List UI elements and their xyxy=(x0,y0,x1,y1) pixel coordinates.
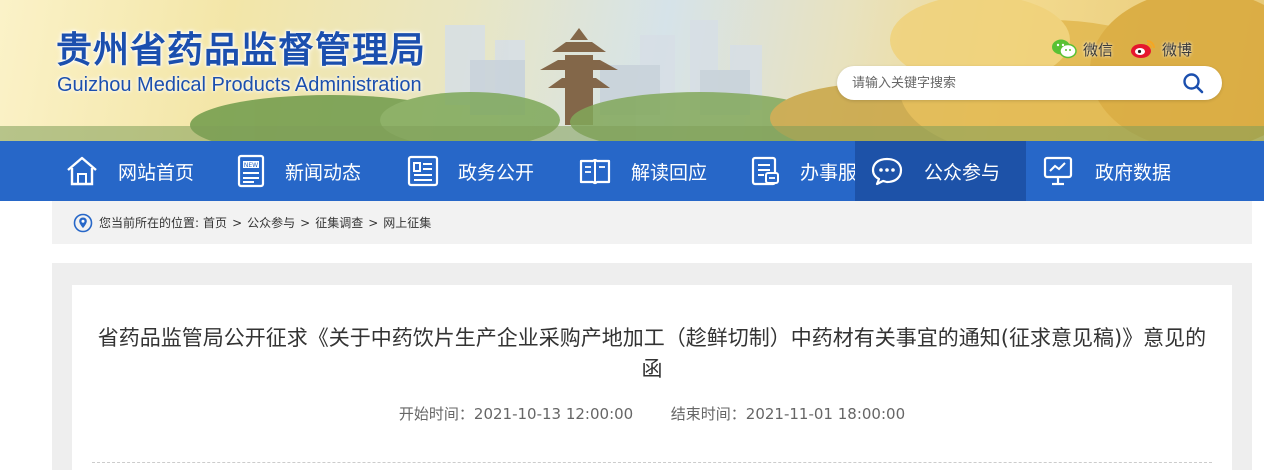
wechat-link[interactable]: 微信 xyxy=(1051,38,1113,60)
nav-item-gov-affairs[interactable]: 政务公开 xyxy=(342,141,534,201)
location-icon xyxy=(73,213,93,232)
search-input[interactable] xyxy=(852,73,1172,93)
nav-item-news[interactable]: NEW 新闻动态 xyxy=(171,141,361,201)
nav-item-home[interactable]: 网站首页 xyxy=(0,141,194,201)
breadcrumb-home[interactable]: 首页 xyxy=(203,214,227,231)
nav-item-public-participation[interactable]: 公众参与 xyxy=(855,141,1026,201)
breadcrumb-survey[interactable]: 征集调查 xyxy=(315,214,363,231)
nav-item-gov-data[interactable]: 政府数据 xyxy=(1026,141,1212,201)
search-icon[interactable] xyxy=(1182,72,1204,94)
weibo-link[interactable]: 微博 xyxy=(1130,38,1192,60)
end-time-value: 2021-11-01 18:00:00 xyxy=(745,405,906,423)
site-header: 贵州省药品监督管理局 Guizhou Medical Products Admi… xyxy=(0,0,1264,141)
nav-item-services[interactable]: 办事服务 xyxy=(684,141,876,201)
main-nav: 网站首页 NEW 新闻动态 政务公开 解读回应 办事服务 公众参与 政府数据 xyxy=(0,141,1264,201)
site-title: 贵州省药品监督管理局 xyxy=(56,30,427,71)
wechat-label: 微信 xyxy=(1083,40,1114,59)
breadcrumb-separator: > xyxy=(232,215,243,230)
document-icon xyxy=(407,153,439,189)
wechat-icon xyxy=(1052,39,1077,59)
end-time-label: 结束时间： xyxy=(670,405,746,423)
start-time-value: 2021-10-13 12:00:00 xyxy=(473,405,634,423)
weibo-label: 微博 xyxy=(1162,40,1193,59)
breadcrumb-public-participation[interactable]: 公众参与 xyxy=(247,214,295,231)
breadcrumb-separator: > xyxy=(300,215,311,230)
search-box xyxy=(837,66,1222,100)
nav-label-gov-data: 政府数据 xyxy=(1095,161,1172,184)
article-title: 省药品监管局公开征求《关于中药饮片生产企业采购产地加工（趁鲜切制）中药材有关事宜… xyxy=(97,326,1207,381)
chat-icon xyxy=(869,153,905,189)
book-icon xyxy=(578,153,612,189)
weibo-icon xyxy=(1131,40,1155,58)
start-time-label: 开始时间： xyxy=(398,405,474,423)
data-monitor-icon xyxy=(1040,153,1076,189)
divider xyxy=(92,462,1212,463)
breadcrumb-separator: > xyxy=(368,215,379,230)
site-subtitle: Guizhou Medical Products Administration xyxy=(57,74,422,96)
breadcrumb-online-collection[interactable]: 网上征集 xyxy=(383,214,431,231)
news-icon: NEW xyxy=(236,153,266,189)
article-meta: 开始时间：2021-10-13 12:00:00 结束时间：2021-11-01… xyxy=(72,403,1232,424)
service-icon xyxy=(749,153,781,189)
article-card: 省药品监管局公开征求《关于中药饮片生产企业采购产地加工（趁鲜切制）中药材有关事宜… xyxy=(72,285,1232,470)
content-area: 省药品监管局公开征求《关于中药饮片生产企业采购产地加工（趁鲜切制）中药材有关事宜… xyxy=(52,263,1252,470)
breadcrumb-prefix: 您当前所在的位置: xyxy=(99,216,200,230)
nav-label-public-participation: 公众参与 xyxy=(924,161,1001,184)
nav-item-interpretation[interactable]: 解读回应 xyxy=(513,141,707,201)
breadcrumb: 您当前所在的位置: 首页 > 公众参与 > 征集调查 > 网上征集 xyxy=(52,201,1252,244)
home-icon xyxy=(65,153,99,189)
svg-text:NEW: NEW xyxy=(244,162,258,169)
